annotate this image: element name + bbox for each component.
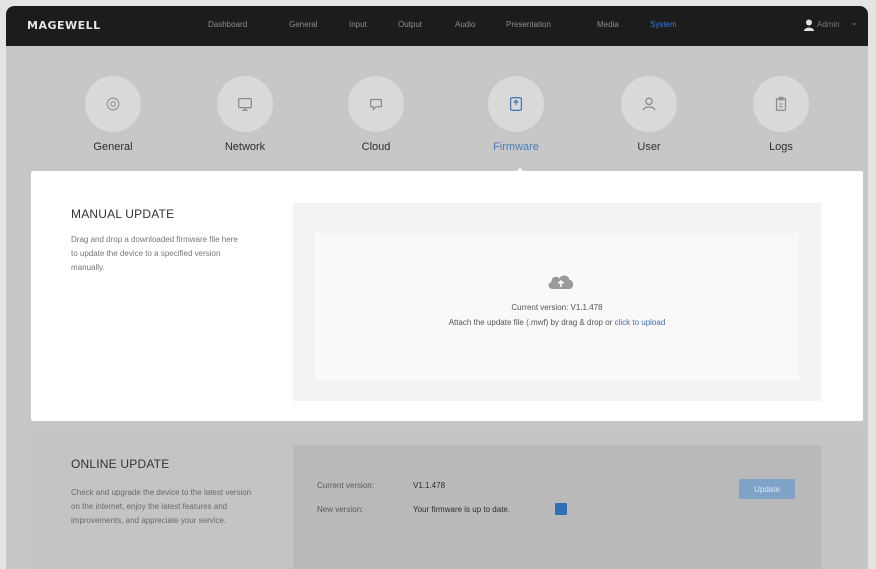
user-icon[interactable]: [804, 19, 814, 31]
dropzone-inner[interactable]: Current version: V1.1.478 Attach the upd…: [315, 233, 799, 381]
tab-user-label: User: [637, 141, 661, 153]
top-nav-bar: MAGEWELL Dashboard General Input Output …: [6, 6, 868, 46]
nav-item-input[interactable]: Input: [349, 20, 367, 29]
online-update-description: Check and upgrade the device to the late…: [71, 488, 252, 525]
online-update-title: ONLINE UPDATE: [71, 457, 170, 471]
attach-text: Attach the update file (.mwf) by drag & …: [448, 318, 613, 327]
tab-logs[interactable]: Logs: [743, 76, 819, 153]
current-version-label: Current version:: [317, 481, 374, 490]
new-version-value: Your firmware is up to date.: [413, 505, 511, 514]
chevron-down-icon[interactable]: ⌄: [851, 18, 858, 27]
online-update-section: ONLINE UPDATE Check and upgrade the devi…: [31, 431, 863, 569]
brand-logo: MAGEWELL: [27, 19, 101, 32]
manual-update-title: MANUAL UPDATE: [71, 207, 175, 221]
tab-general-label: General: [93, 141, 133, 153]
clipboard-icon: [775, 96, 787, 111]
monitor-icon: [238, 97, 252, 111]
tab-general[interactable]: General: [75, 76, 151, 153]
current-version-text: Current version: V1.1.478: [511, 303, 603, 312]
nav-item-media[interactable]: Media: [597, 20, 619, 29]
nav-item-system[interactable]: System: [650, 20, 677, 29]
update-button[interactable]: Update: [739, 479, 795, 499]
manual-update-description: Drag and drop a downloaded firmware file…: [71, 235, 238, 272]
tab-cloud[interactable]: Cloud: [338, 76, 414, 153]
nav-item-audio[interactable]: Audio: [455, 20, 475, 29]
firmware-dropzone[interactable]: Current version: V1.1.478 Attach the upd…: [293, 203, 821, 401]
app-window: MAGEWELL Dashboard General Input Output …: [6, 6, 868, 569]
tab-cloud-label: Cloud: [361, 141, 391, 153]
nav-item-general[interactable]: General: [289, 20, 317, 29]
tab-network-label: Network: [224, 141, 266, 153]
user-name[interactable]: Admin: [817, 20, 840, 29]
gear-icon: [106, 97, 120, 111]
check-icon: [555, 503, 567, 515]
new-version-label: New version:: [317, 505, 364, 514]
tab-firmware-label: Firmware: [493, 141, 539, 153]
user-settings-icon: [642, 97, 656, 111]
tab-user[interactable]: User: [611, 76, 687, 153]
tab-network[interactable]: Network: [207, 76, 283, 153]
nav-item-dashboard[interactable]: Dashboard: [208, 20, 247, 29]
firmware-icon: [509, 97, 523, 111]
online-update-panel: Current version: V1.1.478 New version: Y…: [293, 445, 821, 569]
manual-update-card: MANUAL UPDATE Drag and drop a downloaded…: [31, 171, 863, 421]
attach-instructions: Attach the update file (.mwf) by drag & …: [315, 318, 799, 327]
tab-logs-label: Logs: [769, 141, 793, 153]
cloud-upload-icon: [548, 275, 574, 289]
click-to-upload-link[interactable]: click to upload: [615, 318, 666, 327]
nav-item-output[interactable]: Output: [398, 20, 422, 29]
cloud-chat-icon: [369, 98, 383, 111]
tab-firmware[interactable]: Firmware: [478, 76, 554, 153]
current-version-value: V1.1.478: [413, 481, 446, 490]
nav-item-presentation[interactable]: Presentation: [506, 20, 551, 29]
